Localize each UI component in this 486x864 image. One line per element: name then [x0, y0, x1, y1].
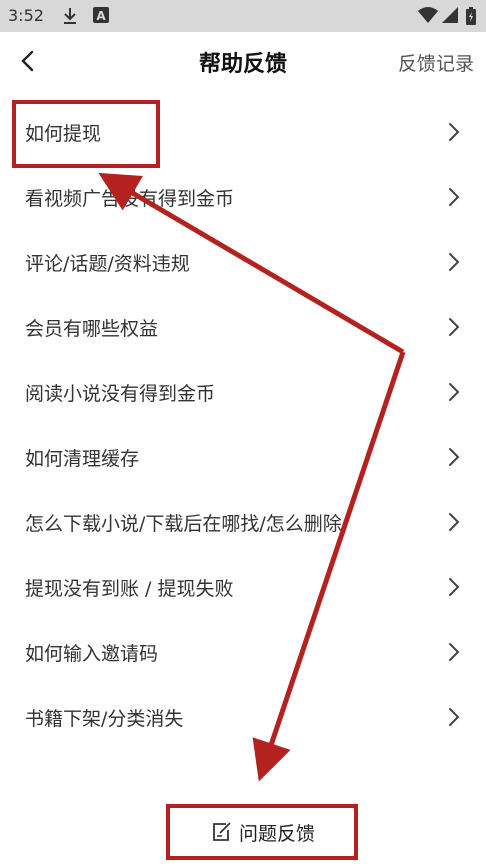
- app-header: 帮助反馈 反馈记录: [0, 32, 486, 90]
- download-icon: [62, 7, 78, 29]
- status-bar: 3:52 A: [0, 0, 486, 32]
- status-time: 3:52: [8, 6, 44, 25]
- chevron-right-icon: [449, 513, 460, 531]
- edit-note-icon: [213, 822, 231, 841]
- chevron-right-icon: [449, 708, 460, 726]
- faq-item[interactable]: 看视频广告没有得到金币: [0, 165, 486, 230]
- battery-icon: [466, 7, 476, 29]
- faq-item-label: 评论/话题/资料违规: [25, 253, 190, 275]
- a-badge-icon: A: [93, 7, 109, 27]
- faq-item[interactable]: 怎么下载小说/下载后在哪找/怎么删除: [0, 490, 486, 555]
- faq-item-label: 看视频广告没有得到金币: [25, 188, 235, 210]
- faq-item[interactable]: 提现没有到账 / 提现失败: [0, 555, 486, 620]
- faq-item[interactable]: 会员有哪些权益: [0, 295, 486, 360]
- faq-item[interactable]: 评论/话题/资料违规: [0, 230, 486, 295]
- problem-feedback-label: 问题反馈: [238, 822, 315, 845]
- chevron-right-icon: [449, 318, 460, 336]
- faq-item[interactable]: 书籍下架/分类消失: [0, 685, 486, 750]
- chevron-right-icon: [449, 643, 460, 661]
- faq-item-label: 如何清理缓存: [25, 448, 140, 470]
- faq-item-label: 书籍下架/分类消失: [25, 708, 184, 730]
- faq-item[interactable]: 如何清理缓存: [0, 425, 486, 490]
- chevron-right-icon: [449, 123, 460, 141]
- wifi-icon: [418, 7, 438, 27]
- faq-item-label: 会员有哪些权益: [25, 318, 159, 340]
- chevron-right-icon: [449, 188, 460, 206]
- svg-text:A: A: [96, 9, 106, 23]
- signal-icon: [442, 7, 458, 27]
- faq-item[interactable]: 如何提现: [0, 100, 486, 165]
- chevron-right-icon: [449, 383, 460, 401]
- faq-item-label: 如何输入邀请码: [25, 643, 159, 665]
- problem-feedback-button[interactable]: 问题反馈: [168, 806, 358, 858]
- feedback-record-link[interactable]: 反馈记录: [398, 49, 474, 76]
- faq-item-label: 提现没有到账 / 提现失败: [25, 578, 234, 600]
- faq-list: 如何提现 看视频广告没有得到金币 评论/话题/资料违规 会员有哪些权益 阅读小说…: [0, 100, 486, 750]
- faq-item-label: 阅读小说没有得到金币: [25, 383, 216, 405]
- faq-item-label: 如何提现: [25, 123, 102, 145]
- chevron-right-icon: [449, 448, 460, 466]
- chevron-right-icon: [449, 253, 460, 271]
- faq-item-label: 怎么下载小说/下载后在哪找/怎么删除: [25, 513, 342, 535]
- faq-item[interactable]: 阅读小说没有得到金币: [0, 360, 486, 425]
- faq-item[interactable]: 如何输入邀请码: [0, 620, 486, 685]
- chevron-right-icon: [449, 578, 460, 596]
